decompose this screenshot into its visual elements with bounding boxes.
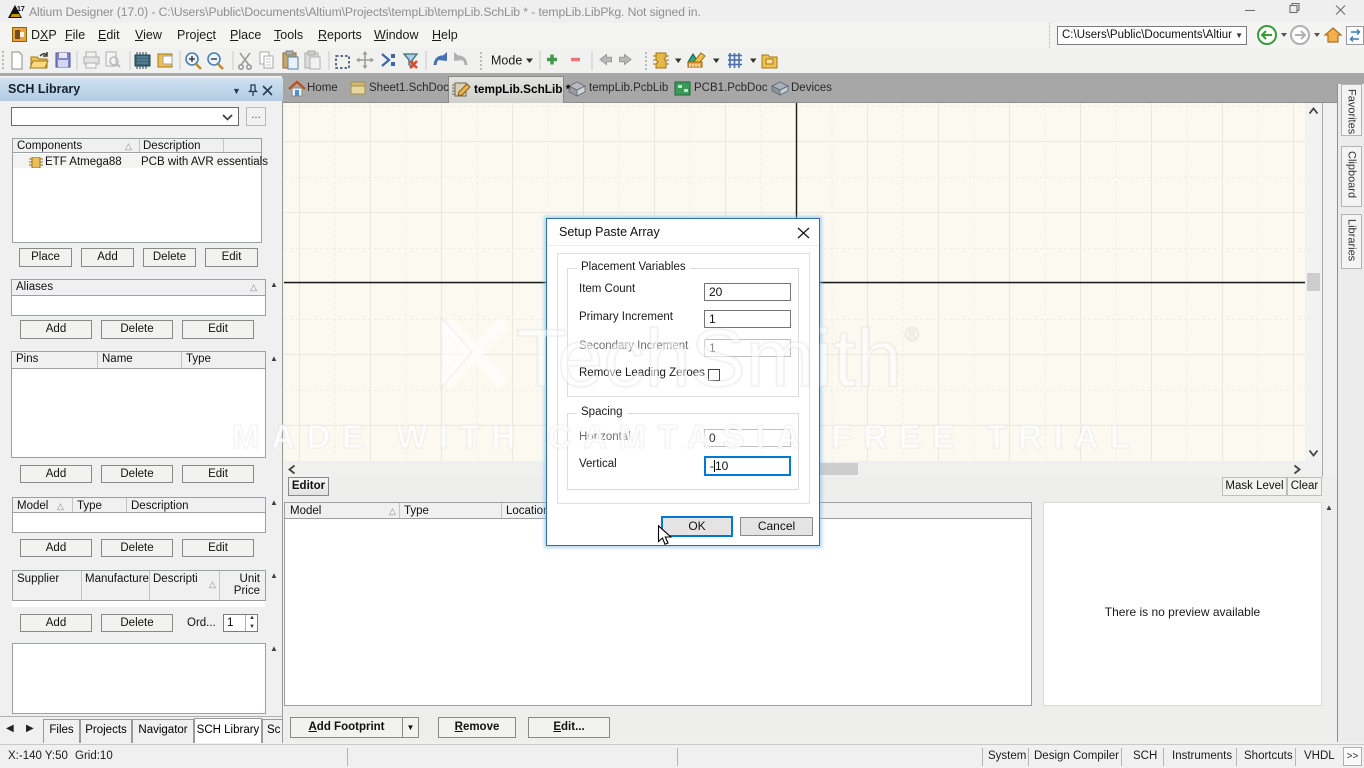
svg-text:17: 17 [17, 6, 25, 13]
svg-text:Mode: Mode [491, 54, 522, 68]
